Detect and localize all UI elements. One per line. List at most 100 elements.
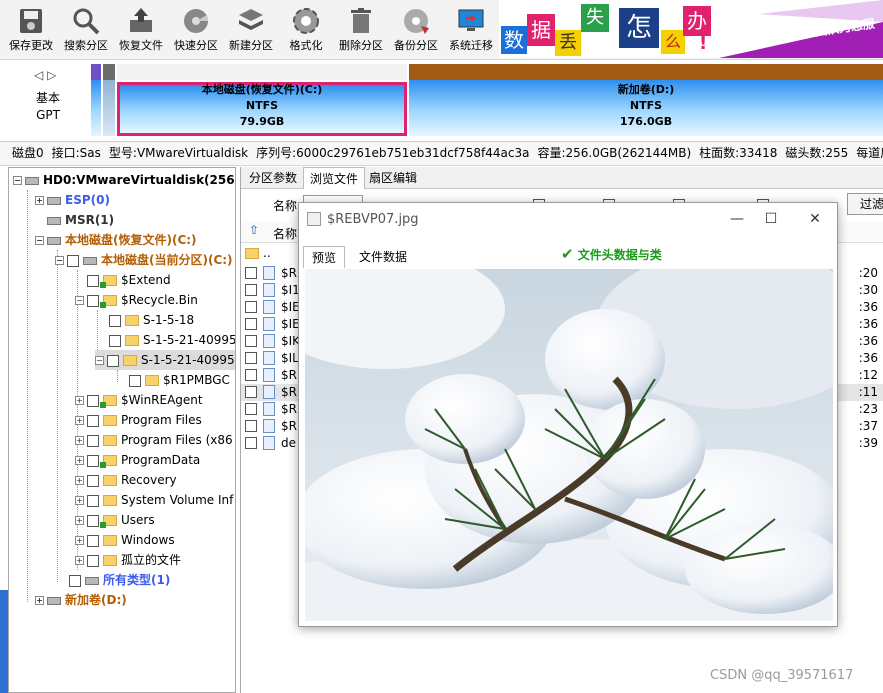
- partition-d-segment[interactable]: 新加卷(D:) NTFS 176.0GB: [409, 64, 883, 136]
- tree-item-programdata[interactable]: + ProgramData: [75, 450, 200, 470]
- tree-item-program-files-x86[interactable]: + Program Files (x86: [75, 430, 233, 450]
- tree-item-extend[interactable]: +$Extend: [75, 270, 171, 290]
- document-icon: [263, 351, 275, 365]
- up-arrow-icon[interactable]: ⇧: [249, 223, 259, 237]
- dialog-title-bar[interactable]: $REBVP07.jpg — ☐ ✕: [299, 203, 837, 237]
- document-icon: [263, 334, 275, 348]
- promo-banner[interactable]: 数 据 丢 失 怎 么 办 ! DiskGenius 团队为您服: [499, 0, 883, 58]
- file-row-checkbox[interactable]: [245, 267, 257, 279]
- file-row-checkbox[interactable]: [245, 437, 257, 449]
- file-row-checkbox[interactable]: [245, 318, 257, 330]
- file-row-checkbox[interactable]: [245, 403, 257, 415]
- tree-item-recovery[interactable]: + Recovery: [75, 470, 177, 490]
- info-heads: 磁头数:255: [785, 146, 849, 160]
- tree-d-drive[interactable]: + 新加卷(D:): [35, 590, 127, 610]
- magnifier-icon: [73, 8, 100, 35]
- file-row-time: :20: [858, 266, 878, 280]
- file-row-checkbox[interactable]: [245, 301, 257, 313]
- folder-icon: [103, 535, 117, 546]
- image-file-icon: [307, 212, 321, 226]
- tree-root-disk[interactable]: − HD0:VMwareVirtualdisk(256G: [13, 170, 235, 190]
- partition-drive-icon: [83, 256, 97, 265]
- tree-item-s1521a[interactable]: S-1-5-21-40995: [109, 330, 235, 350]
- disk-nav-arrows[interactable]: ◁ ▷: [34, 68, 56, 82]
- tree-item-s1518[interactable]: S-1-5-18: [109, 310, 194, 330]
- maximize-button[interactable]: ☐: [753, 203, 789, 235]
- format-button[interactable]: 格式化: [279, 4, 333, 56]
- file-row-time: :37: [858, 419, 878, 433]
- tree-item-system-volume[interactable]: + System Volume Inf: [75, 490, 233, 510]
- tree-c-drive[interactable]: − 本地磁盘(恢复文件)(C:): [35, 230, 197, 250]
- system-migration-button[interactable]: 系统迁移: [444, 4, 498, 56]
- file-row-checkbox[interactable]: [245, 369, 257, 381]
- tree-item-winre[interactable]: + $WinREAgent: [75, 390, 203, 410]
- file-row-checkbox[interactable]: [245, 284, 257, 296]
- locked-folder-icon: [100, 295, 117, 308]
- tab-partition-params[interactable]: 分区参数: [243, 167, 303, 189]
- backup-partition-button[interactable]: 备份分区: [389, 4, 443, 56]
- quick-partition-button[interactable]: 快速分区: [169, 4, 223, 56]
- tree-item-r1pmbgc[interactable]: $R1PMBGC: [129, 370, 230, 390]
- format-icon: [293, 8, 319, 34]
- close-button[interactable]: ✕: [797, 203, 833, 235]
- document-icon: [263, 300, 275, 314]
- partition-d-size: 176.0GB: [619, 115, 673, 128]
- delete-partition-button[interactable]: 删除分区: [334, 4, 388, 56]
- quick-partition-label: 快速分区: [174, 39, 218, 52]
- document-icon: [263, 419, 275, 433]
- file-row-checkbox[interactable]: [245, 420, 257, 432]
- filter-button[interactable]: 过滤: [847, 193, 883, 215]
- column-name-header[interactable]: 名称: [273, 225, 297, 242]
- search-partition-label: 搜索分区: [64, 39, 108, 52]
- tree-item-orphan-files[interactable]: + 孤立的文件: [75, 550, 181, 570]
- locked-folder-icon: [100, 455, 117, 468]
- filter-name-label: 名称:: [273, 199, 302, 213]
- file-row-time: :11: [858, 385, 878, 399]
- file-row-checkbox[interactable]: [245, 335, 257, 347]
- partition-c-text: 本地磁盘(恢复文件)(C:) NTFS 79.9GB: [117, 82, 407, 130]
- partition-c-size: 79.9GB: [239, 115, 285, 128]
- tab-preview[interactable]: 预览: [303, 246, 346, 268]
- file-row-name: $R: [281, 266, 297, 280]
- disk-type: 基本 GPT: [20, 90, 76, 124]
- arrow-left-icon[interactable]: ◁: [34, 68, 43, 82]
- minimize-button[interactable]: —: [719, 203, 755, 235]
- search-partition-button[interactable]: 搜索分区: [59, 4, 113, 56]
- partition-tree[interactable]: −HD0:VMwareVirtualdisk(256G +ESP(0) +MSR…: [8, 167, 236, 693]
- document-icon: [263, 402, 275, 416]
- partition-c-name: 本地磁盘(恢复文件)(C:): [201, 83, 323, 96]
- save-changes-button[interactable]: 保存更改: [4, 4, 58, 56]
- partition-drive-icon: [47, 236, 61, 245]
- locked-folder-icon: [100, 515, 117, 528]
- tab-file-data[interactable]: 文件数据: [351, 246, 415, 268]
- tree-item-users[interactable]: + Users: [75, 510, 155, 530]
- tree-esp[interactable]: + ESP(0): [35, 190, 110, 210]
- tab-browse-files[interactable]: 浏览文件: [303, 167, 366, 189]
- file-row-time: :23: [858, 402, 878, 416]
- arrow-right-icon[interactable]: ▷: [47, 68, 56, 82]
- tree-item-program-files[interactable]: + Program Files: [75, 410, 202, 430]
- file-row-checkbox[interactable]: [245, 386, 257, 398]
- tree-all-types[interactable]: 所有类型(1): [69, 570, 170, 590]
- tree-item-s1521b[interactable]: − S-1-5-21-40995: [95, 350, 235, 370]
- check-mark-icon: ✔: [561, 245, 574, 263]
- partition-esp-segment[interactable]: [91, 64, 101, 136]
- document-icon: [263, 436, 275, 450]
- tree-c-current[interactable]: − 本地磁盘(当前分区)(C:): [55, 250, 233, 270]
- partition-c-segment[interactable]: 本地磁盘(恢复文件)(C:) NTFS 79.9GB: [117, 64, 407, 136]
- new-partition-label: 新建分区: [229, 39, 273, 52]
- tree-item-recycle[interactable]: − $Recycle.Bin: [75, 290, 198, 310]
- tree-msr[interactable]: +MSR(1): [35, 210, 114, 230]
- tree-item-windows[interactable]: + Windows: [75, 530, 175, 550]
- format-label: 格式化: [289, 39, 323, 52]
- folder-icon: [103, 475, 117, 486]
- system-migrate-icon: [458, 9, 484, 31]
- banner-char-4: 失: [581, 4, 609, 32]
- recover-files-button[interactable]: 恢复文件: [114, 4, 168, 56]
- tab-sector-edit[interactable]: 扇区编辑: [363, 167, 423, 189]
- file-row-time: :36: [858, 300, 878, 314]
- new-partition-button[interactable]: 新建分区: [224, 4, 278, 56]
- locked-folder-icon: [100, 275, 117, 288]
- file-row-checkbox[interactable]: [245, 352, 257, 364]
- partition-msr-segment[interactable]: [103, 64, 115, 136]
